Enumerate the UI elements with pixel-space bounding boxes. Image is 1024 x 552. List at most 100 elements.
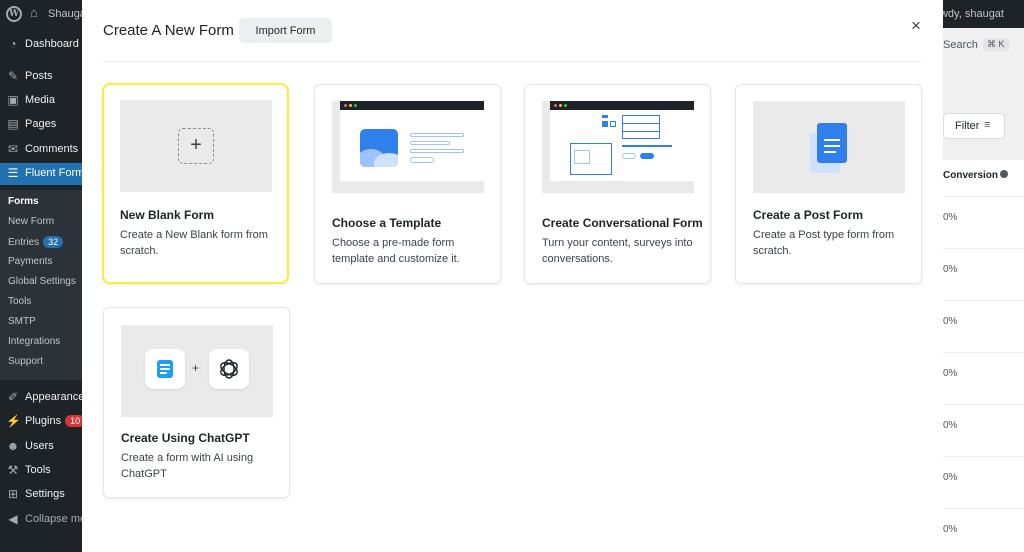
sidebar-item-plugins[interactable]: ⚡ Plugins 10 <box>0 411 82 433</box>
submenu-forms[interactable]: Forms <box>8 196 39 207</box>
background-page: Search ⌘ K Filter ≡ Conversion 0% 0% 0% … <box>943 28 1024 552</box>
sidebar-item-media[interactable]: ▣ Media <box>0 90 82 112</box>
post-form-card[interactable]: Create a Post Form Create a Post type fo… <box>735 84 922 284</box>
sidebar-item-label: Users <box>25 440 54 452</box>
home-icon[interactable]: ⌂ <box>30 5 38 20</box>
conversion-cell: 0% <box>943 472 958 483</box>
card-title: Create Using ChatGPT <box>121 431 250 445</box>
settings-icon: ⊞ <box>7 487 19 501</box>
sidebar-item-posts[interactable]: ✎ Posts <box>0 66 82 88</box>
submenu-smtp[interactable]: SMTP <box>8 316 36 327</box>
conversational-form-card[interactable]: Create Conversational Form Turn your con… <box>524 84 711 284</box>
conversion-cell: 0% <box>943 316 958 327</box>
sidebar-item-label: Tools <box>25 464 51 476</box>
conversion-column-header[interactable]: Conversion <box>943 170 1009 181</box>
submenu-entries[interactable]: Entries 32 <box>8 236 64 248</box>
checkbox-illustration <box>602 121 608 127</box>
card-title: Create Conversational Form <box>542 216 703 230</box>
conversion-cell: 0% <box>943 420 958 431</box>
comment-icon: ✉ <box>7 142 19 156</box>
media-icon: ▣ <box>7 93 19 107</box>
form-field-line <box>410 149 464 153</box>
window-dot-red <box>554 104 557 107</box>
close-icon[interactable]: × <box>907 17 925 35</box>
plus-icon: + <box>192 361 200 375</box>
chatgpt-form-card[interactable]: + Create Using ChatGPT Create a form wit… <box>103 307 290 498</box>
sidebar-item-users[interactable]: ☻ Users <box>0 436 82 458</box>
filter-lines-icon: ≡ <box>984 119 991 131</box>
filter-button[interactable]: Filter ≡ <box>943 113 1005 139</box>
pin-icon: ✎ <box>7 69 19 83</box>
row-divider <box>943 248 1024 249</box>
row-divider <box>943 508 1024 509</box>
sidebar-item-comments[interactable]: ✉ Comments <box>0 139 82 161</box>
window-dot-yellow <box>559 104 562 107</box>
post-form-thumbnail <box>753 101 905 193</box>
table-line <box>622 123 660 124</box>
search-shortcut: ⌘ K <box>983 38 1009 51</box>
new-blank-form-card[interactable]: + New Blank Form Create a New Blank form… <box>102 83 289 284</box>
openai-logo-icon <box>209 349 249 389</box>
checkbox-illustration <box>602 115 608 118</box>
submenu-global-settings[interactable]: Global Settings <box>8 276 76 287</box>
card-description: Create a Post type form from scratch. <box>753 229 895 257</box>
forms-table: Conversion 0% 0% 0% 0% 0% 0% 0% <box>943 160 1024 552</box>
submenu-integrations[interactable]: Integrations <box>8 336 60 347</box>
conversion-header-label: Conversion <box>943 170 999 181</box>
card-description: Create a New Blank form from scratch. <box>120 229 268 257</box>
conversion-cell: 0% <box>943 264 958 275</box>
submenu-new-form[interactable]: New Form <box>8 216 54 227</box>
row-divider <box>943 352 1024 353</box>
sidebar-item-label: Pages <box>25 118 57 130</box>
sidebar-item-label: Appearance <box>25 391 82 403</box>
fluent-forms-submenu: Forms New Form Entries 32 Payments Global… <box>0 190 82 380</box>
sidebar-item-appearance[interactable]: ✐ Appearance <box>0 387 82 409</box>
entries-count-badge: 32 <box>43 236 64 248</box>
document-icon <box>817 123 847 163</box>
wrench-icon: ⚒ <box>7 463 19 477</box>
sidebar-item-label: Settings <box>25 488 65 500</box>
dashboard-icon: ◔ <box>9 37 17 51</box>
background-search[interactable]: Search ⌘ K <box>943 36 1024 56</box>
sidebar-item-settings[interactable]: ⊞ Settings <box>0 484 82 506</box>
info-icon <box>1000 170 1009 178</box>
submenu-entries-label: Entries <box>8 237 40 248</box>
wordpress-logo-icon[interactable]: W <box>6 6 22 22</box>
card-title: Choose a Template <box>332 216 442 230</box>
sidebar-item-fluent-forms[interactable]: ☰ Fluent Forms <box>0 163 82 185</box>
window-dot-red <box>344 104 347 107</box>
card-title: New Blank Form <box>120 208 215 222</box>
card-title: Create a Post Form <box>753 208 864 222</box>
sidebar-item-collapse[interactable]: ◀ Collapse menu <box>0 509 82 531</box>
choose-template-card[interactable]: Choose a Template Choose a pre-made form… <box>314 84 501 284</box>
row-divider <box>943 196 1024 197</box>
window-dot-green <box>354 104 357 107</box>
fluent-forms-icon: ☰ <box>7 166 19 180</box>
sidebar-item-label: Media <box>25 94 55 106</box>
card-description: Turn your content, surveys into conversa… <box>542 237 693 265</box>
sidebar-item-tools[interactable]: ⚒ Tools <box>0 460 82 482</box>
table-illustration <box>622 115 660 139</box>
sidebar-item-dashboard[interactable]: ◔ Dashboard <box>0 34 82 56</box>
search-label: Search <box>943 39 978 51</box>
button-illustration <box>622 153 636 159</box>
sidebar-item-pages[interactable]: ▤ Pages <box>0 114 82 136</box>
checkbox-illustration <box>610 121 616 127</box>
form-field-line <box>410 141 450 145</box>
browser-bar <box>340 101 484 110</box>
row-divider <box>943 456 1024 457</box>
blank-form-thumbnail: + <box>120 100 272 192</box>
browser-window-illustration <box>340 101 484 181</box>
window-dot-yellow <box>349 104 352 107</box>
submenu-support[interactable]: Support <box>8 356 43 367</box>
browser-window-illustration <box>550 101 694 181</box>
modal-title: Create A New Form <box>103 22 234 39</box>
card-description: Create a form with AI using ChatGPT <box>121 452 254 480</box>
plugin-icon: ⚡ <box>6 414 21 428</box>
browser-bar <box>550 101 694 110</box>
import-form-button[interactable]: Import Form <box>239 18 332 43</box>
fluent-forms-logo-icon <box>145 349 185 389</box>
submenu-payments[interactable]: Payments <box>8 256 52 267</box>
filter-label: Filter <box>955 120 980 132</box>
submenu-tools[interactable]: Tools <box>8 296 31 307</box>
